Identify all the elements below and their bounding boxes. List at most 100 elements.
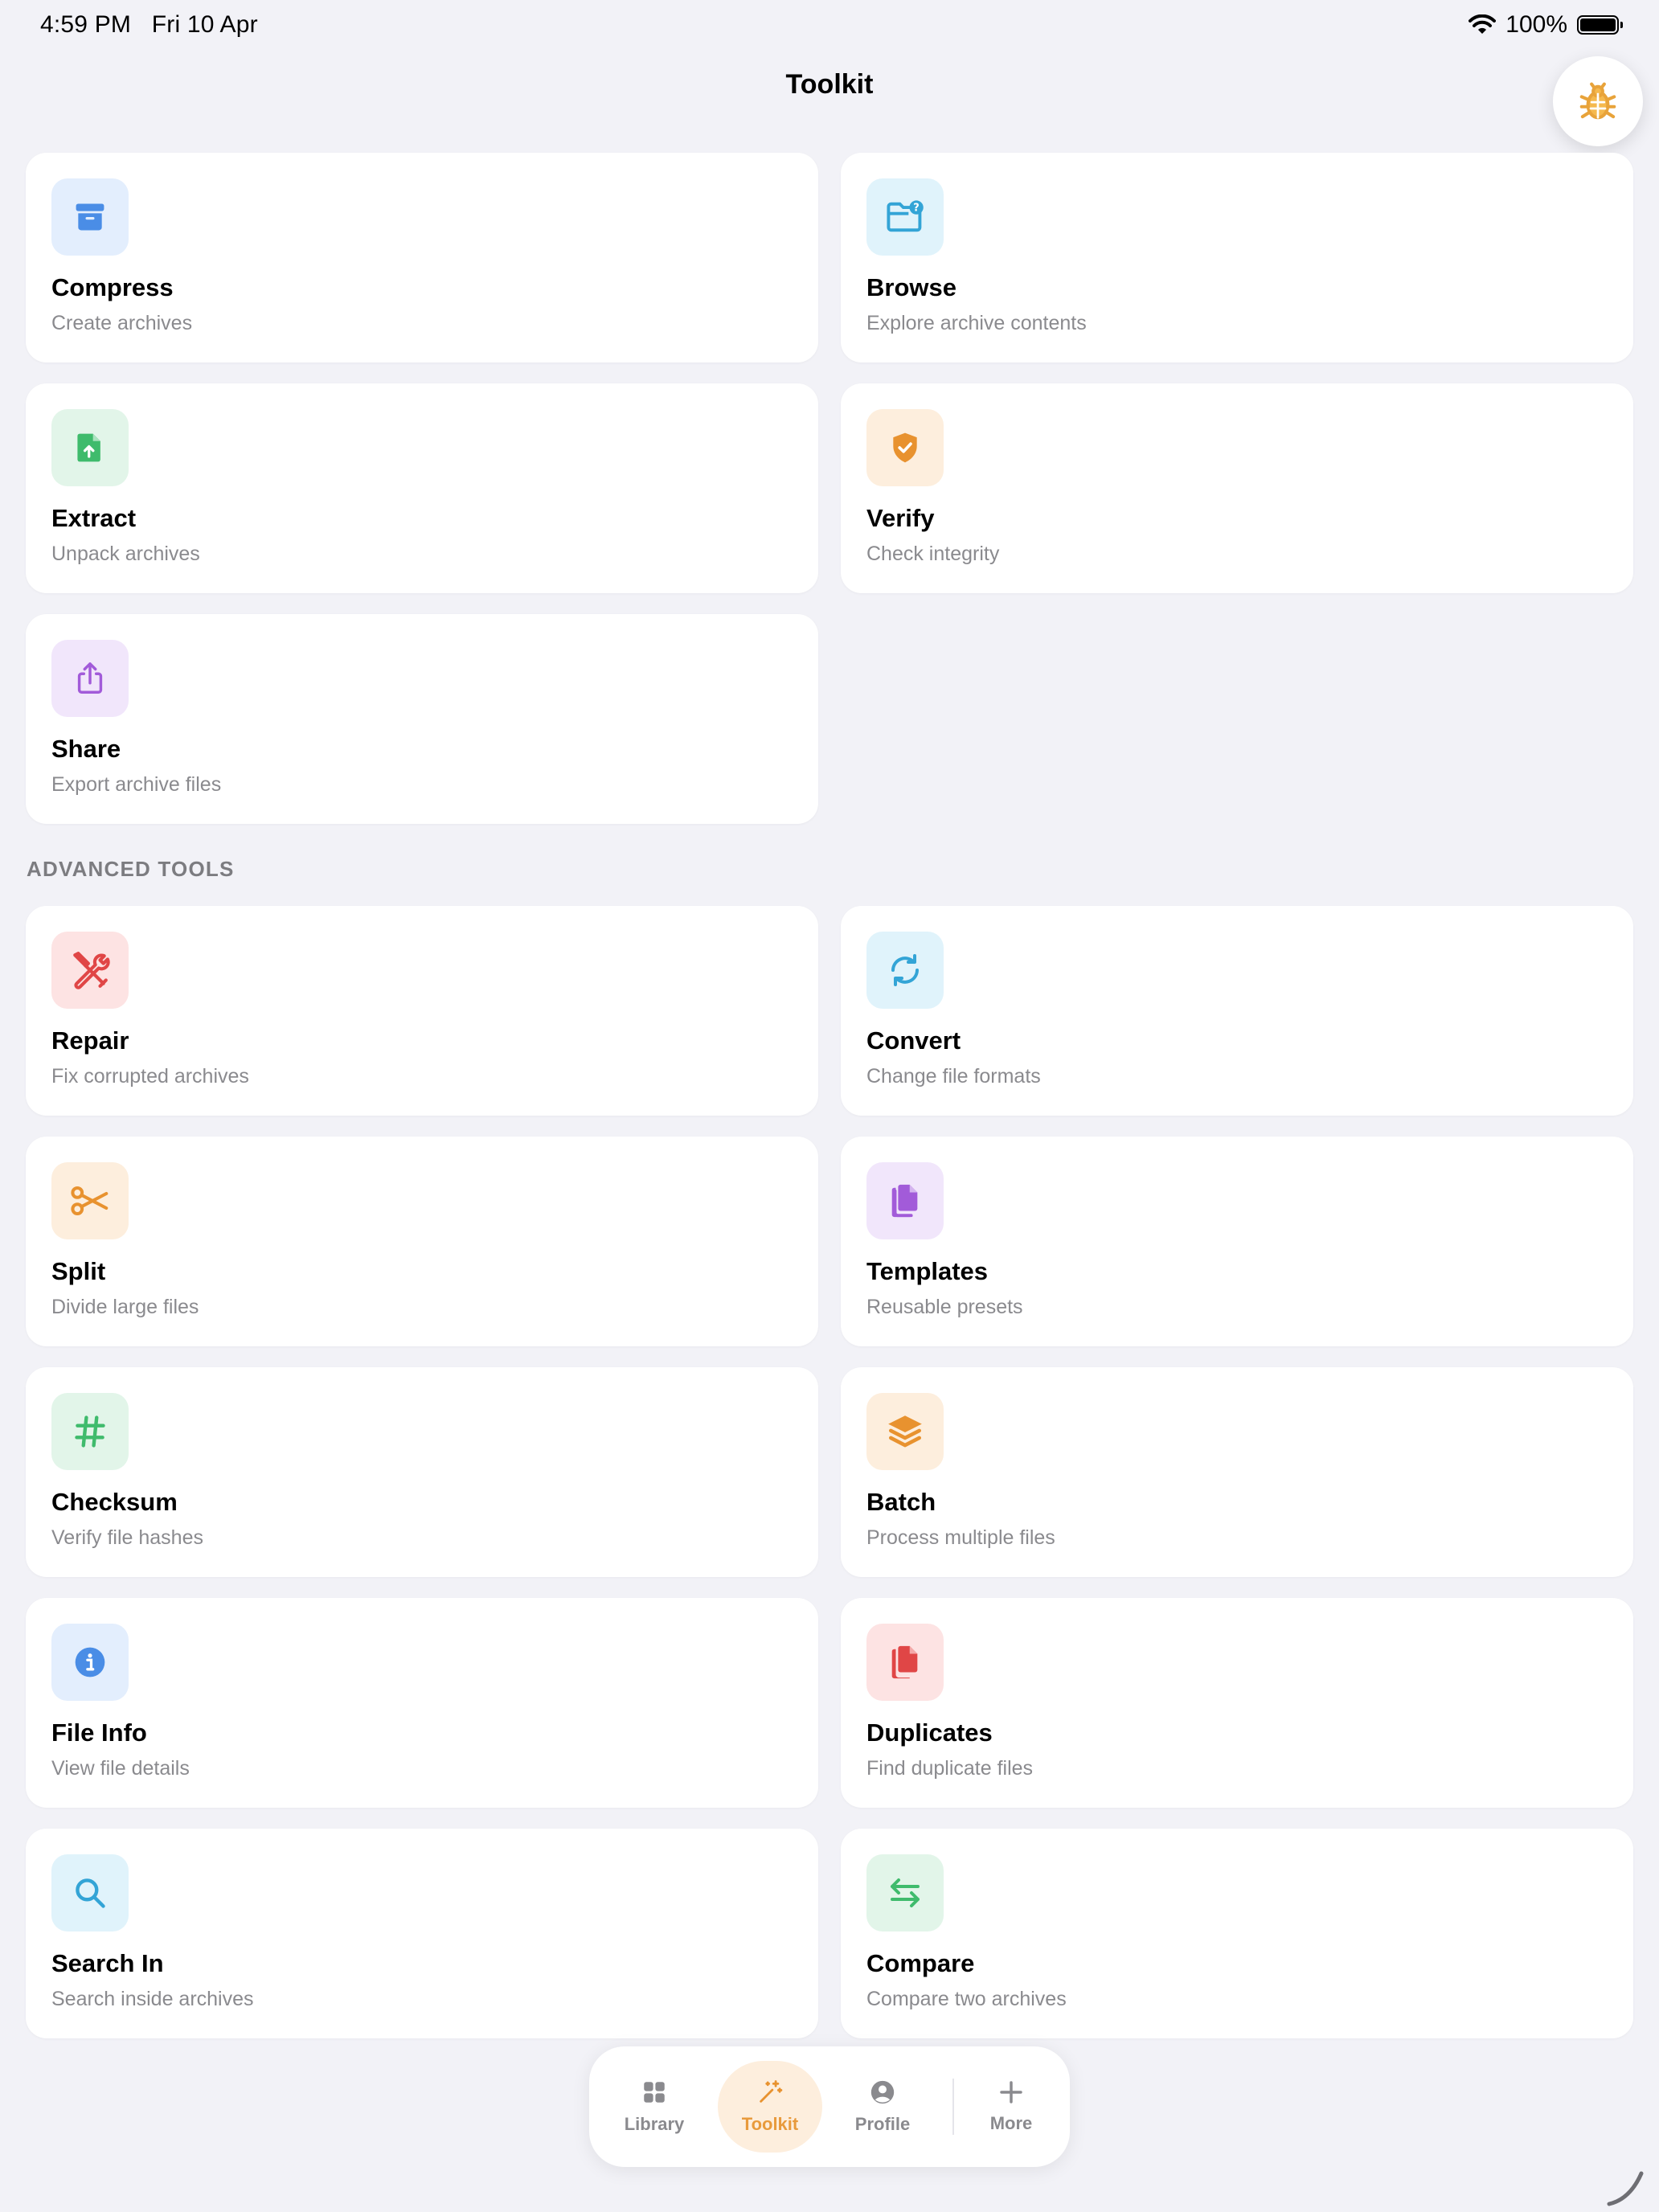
magic-wand-icon	[760, 2080, 783, 2103]
battery-icon	[1577, 15, 1623, 35]
tool-subtitle: Fix corrupted archives	[51, 1065, 249, 1088]
tool-icon-tile	[866, 932, 944, 1009]
shield-check-icon	[893, 432, 917, 463]
layers-icon	[888, 1415, 922, 1448]
tool-subtitle: Reusable presets	[866, 1296, 1023, 1318]
tool-card-compress[interactable]: Compress Create archives	[26, 153, 818, 363]
advanced-tools-grid: Repair Fix corrupted archives Convert Ch…	[26, 906, 1633, 2038]
tab-label: Toolkit	[741, 2114, 799, 2134]
page-title: Toolkit	[785, 69, 874, 100]
tool-subtitle: Check integrity	[866, 543, 1000, 565]
home-indicator	[1607, 2171, 1644, 2206]
tool-icon-tile	[51, 178, 129, 256]
plus-icon	[1000, 2081, 1022, 2103]
tool-title: Browse	[866, 273, 956, 301]
archive-box-icon	[76, 203, 104, 231]
scissors-icon	[71, 1186, 109, 1215]
debug-button[interactable]	[1553, 56, 1643, 146]
tool-subtitle: Change file formats	[866, 1065, 1041, 1088]
tool-title: Duplicates	[866, 1718, 993, 1747]
tool-icon-tile	[51, 1162, 129, 1239]
info-circle-icon	[75, 1647, 105, 1677]
tool-title: Convert	[866, 1026, 961, 1055]
tool-title: Split	[51, 1257, 106, 1285]
tool-title: Compress	[51, 273, 174, 301]
tool-icon-tile	[51, 409, 129, 486]
tool-title: Batch	[866, 1488, 936, 1516]
wifi-icon	[1469, 14, 1497, 34]
compare-arrows-icon	[891, 1878, 920, 1907]
tool-card-search-in[interactable]: Search In Search inside archives	[26, 1829, 818, 2038]
tool-title: Checksum	[51, 1488, 178, 1516]
tab-library[interactable]: Library	[602, 2061, 707, 2153]
tool-title: Search In	[51, 1949, 164, 1977]
tool-icon-tile	[51, 932, 129, 1009]
tab-label: Library	[624, 2114, 685, 2134]
status-bar: 4:59 PM Fri 10 Apr 100%	[0, 0, 1659, 51]
folder-question-icon: ?	[887, 200, 924, 232]
bug-icon	[1579, 82, 1616, 120]
tab-bar: Library Toolkit Profile More	[589, 2046, 1070, 2167]
tab-toolkit[interactable]: Toolkit	[718, 2061, 822, 2153]
tool-card-file-info[interactable]: File Info View file details	[26, 1598, 818, 1808]
status-date: Fri 10 Apr	[151, 11, 258, 38]
tab-label: Profile	[854, 2114, 911, 2134]
tool-icon-tile	[866, 409, 944, 486]
tool-icon-tile	[51, 1854, 129, 1931]
tool-title: Extract	[51, 504, 137, 532]
tool-subtitle: Divide large files	[51, 1296, 199, 1318]
documents-icon	[891, 1184, 918, 1218]
tool-subtitle: Unpack archives	[51, 543, 200, 565]
tool-subtitle: Process multiple files	[866, 1526, 1055, 1549]
copy-files-icon	[891, 1645, 918, 1679]
tool-subtitle: Compare two archives	[866, 1988, 1067, 2010]
hash-icon	[75, 1415, 105, 1448]
tool-icon-tile: ?	[866, 178, 944, 256]
tab-more[interactable]: More	[959, 2061, 1063, 2153]
tool-icon-tile	[51, 640, 129, 717]
tool-subtitle: Create archives	[51, 312, 193, 334]
status-clock: 4:59 PM	[40, 11, 132, 38]
tool-subtitle: Export archive files	[51, 773, 222, 796]
tool-card-repair[interactable]: Repair Fix corrupted archives	[26, 906, 818, 1116]
tool-title: Share	[51, 735, 121, 763]
tool-subtitle: View file details	[51, 1757, 190, 1780]
battery-percent: 100%	[1505, 11, 1567, 38]
search-icon	[76, 1878, 105, 1908]
tool-icon-tile	[866, 1624, 944, 1701]
tool-card-templates[interactable]: Templates Reusable presets	[841, 1137, 1633, 1346]
tab-profile[interactable]: Profile	[830, 2061, 935, 2153]
section-header-advanced: ADVANCED TOOLS	[27, 857, 235, 881]
tool-icon-tile	[866, 1393, 944, 1470]
tool-subtitle: Verify file hashes	[51, 1526, 203, 1549]
tool-card-browse[interactable]: ? Browse Explore archive contents	[841, 153, 1633, 363]
tool-title: Verify	[866, 504, 935, 532]
svg-text:?: ?	[913, 203, 920, 215]
sync-arrows-icon	[891, 954, 919, 986]
tool-icon-tile	[866, 1854, 944, 1931]
tool-card-extract[interactable]: Extract Unpack archives	[26, 383, 818, 593]
tool-title: Templates	[866, 1257, 989, 1285]
tool-title: Compare	[866, 1949, 975, 1977]
file-upload-icon	[77, 433, 100, 462]
tool-card-duplicates[interactable]: Duplicates Find duplicate files	[841, 1598, 1633, 1808]
tool-card-split[interactable]: Split Divide large files	[26, 1137, 818, 1346]
tool-title: Repair	[51, 1026, 129, 1055]
status-indicators: 100%	[1469, 11, 1623, 39]
tool-card-share[interactable]: Share Export archive files	[26, 614, 818, 824]
tool-subtitle: Find duplicate files	[866, 1757, 1034, 1780]
wrench-screwdriver-icon	[73, 952, 110, 989]
tool-icon-tile	[51, 1624, 129, 1701]
tool-subtitle: Search inside archives	[51, 1988, 254, 2010]
tool-icon-tile	[51, 1393, 129, 1470]
tool-card-checksum[interactable]: Checksum Verify file hashes	[26, 1367, 818, 1577]
grid-icon	[644, 2082, 665, 2103]
tool-card-batch[interactable]: Batch Process multiple files	[841, 1367, 1633, 1577]
tool-card-verify[interactable]: Verify Check integrity	[841, 383, 1633, 593]
tool-card-compare[interactable]: Compare Compare two archives	[841, 1829, 1633, 2038]
tab-label: More	[989, 2113, 1033, 2133]
status-time: 4:59 PM Fri 10 Apr	[40, 11, 258, 39]
tool-icon-tile	[866, 1162, 944, 1239]
person-circle-icon	[870, 2080, 895, 2104]
tool-card-convert[interactable]: Convert Change file formats	[841, 906, 1633, 1116]
